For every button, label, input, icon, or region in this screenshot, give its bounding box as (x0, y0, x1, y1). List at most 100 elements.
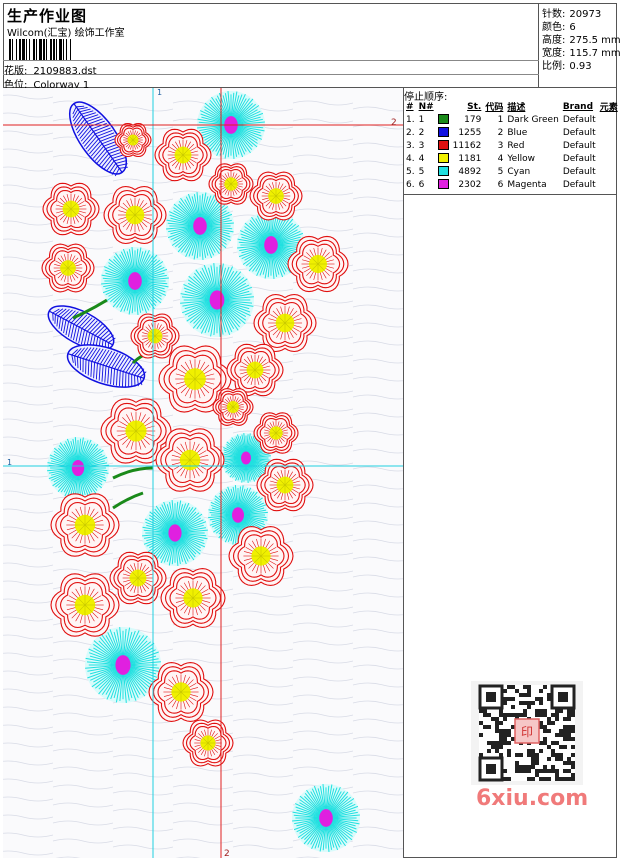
col-header: St. (467, 101, 482, 112)
red-flower (154, 128, 212, 182)
color-swatch (437, 153, 449, 164)
cell-brand: Default (562, 127, 596, 138)
red-flower (182, 719, 234, 767)
cell-st: 179 (464, 114, 482, 125)
cell-n: 1 (418, 114, 425, 125)
cell-brand: Default (562, 153, 596, 164)
cell-n: 2 (418, 127, 425, 138)
cell-num: 6. (406, 179, 415, 190)
red-flower (50, 493, 120, 557)
col-header: Brand (562, 101, 594, 112)
red-flower (50, 573, 120, 637)
cell-desc: Blue (507, 127, 528, 138)
divider (3, 60, 539, 61)
guide-marker: 1 (157, 88, 162, 97)
col-header: 描述 (507, 103, 526, 113)
cell-num: 4. (406, 153, 415, 164)
cell-desc: Magenta (507, 179, 547, 190)
col-header: 代码 (485, 103, 504, 113)
guide-marker: 2 (224, 849, 230, 858)
cell-desc: Red (507, 140, 525, 151)
stats-block: 针数: 20973 颜色: 6 高度: 275.5 mm 宽度: 115.7 mm 比例… (539, 3, 620, 88)
cell-st: 2302 (458, 179, 482, 190)
green-stem (112, 491, 144, 510)
design-field: 花版: 2109883.dst (4, 62, 97, 77)
cell-el (598, 139, 620, 152)
cell-num: 3. (406, 140, 415, 151)
red-flower (256, 458, 314, 512)
cell-desc: Yellow (507, 153, 536, 164)
cell-desc: Cyan (507, 166, 531, 177)
color-swatch-cell (436, 165, 451, 178)
cell-st: 1181 (458, 153, 482, 164)
cell-st: 1255 (458, 127, 482, 138)
col-header: N# (418, 101, 434, 112)
cyan-flower (180, 263, 254, 337)
cyan-flower (47, 437, 109, 499)
cell-el (598, 152, 620, 165)
green-stem (112, 466, 154, 480)
cell-brand: Default (562, 179, 596, 190)
cell-st: 4892 (458, 166, 482, 177)
cyan-flower (101, 247, 169, 315)
cell-st: 11162 (452, 140, 482, 151)
cell-code: 2 (497, 127, 504, 138)
cell-desc: Dark Green (507, 114, 559, 125)
table-header-row: # N# St. 代码 描述 Brand 元素 (404, 100, 620, 114)
col-header: # (406, 101, 414, 112)
color-swatch (437, 127, 449, 138)
barcode (9, 39, 145, 61)
cell-el (598, 178, 620, 191)
red-flower (130, 313, 180, 359)
watermark-text: 6xiu.com (476, 786, 589, 811)
table-row: 6. 6 2302 6 Magenta Default (404, 178, 620, 191)
cell-num: 1. (406, 114, 415, 125)
cell-code: 3 (497, 140, 504, 151)
cyan-flower (292, 784, 360, 852)
cell-n: 4 (418, 153, 425, 164)
cell-brand: Default (562, 114, 596, 125)
scale-value: 0.93 (569, 61, 592, 72)
guide-marker: 2 (391, 118, 397, 128)
flower-group (41, 91, 360, 852)
cell-el (598, 165, 620, 178)
guide-marker: 1 (7, 458, 12, 467)
seal-text: 印 (521, 725, 533, 739)
cell-n: 6 (418, 179, 425, 190)
cell-code: 1 (497, 114, 504, 125)
studio-name: Wilcom(汇宝) 绘饰工作室 (7, 28, 125, 39)
col-header (436, 100, 451, 113)
red-flower (208, 163, 254, 205)
table-row: 4. 4 1181 4 Yellow Default (404, 152, 620, 165)
color-swatch-cell (436, 113, 451, 126)
table-row: 1. 1 179 1 Dark Green Default (404, 113, 620, 126)
cell-code: 4 (497, 153, 504, 164)
red-flower (42, 182, 100, 236)
cell-n: 3 (418, 140, 425, 151)
table-row: 2. 2 1255 2 Blue Default (404, 126, 620, 139)
red-flower (109, 551, 167, 605)
color-swatch-cell (436, 178, 451, 191)
cell-el (598, 126, 620, 139)
scale-row: 比例: 0.93 (542, 57, 592, 72)
barcode-bar (71, 39, 73, 61)
cell-code: 6 (497, 179, 504, 190)
qr-code: 印 (471, 681, 583, 785)
cell-n: 5 (418, 166, 425, 177)
red-flower (41, 243, 95, 293)
color-swatch (437, 140, 449, 151)
color-swatch (437, 179, 449, 190)
red-flower (212, 388, 254, 426)
color-swatch-cell (436, 126, 451, 139)
scale-label: 比例: (542, 61, 566, 72)
stop-sequence-table: # N# St. 代码 描述 Brand 元素 1. 1 179 1 Dark Gree… (404, 100, 620, 191)
red-flower (114, 122, 152, 158)
color-swatch-cell (436, 152, 451, 165)
cell-num: 2. (406, 127, 415, 138)
cell-code: 5 (497, 166, 504, 177)
color-swatch-cell (436, 139, 451, 152)
embroidery-canvas: 1 1 2 2 (3, 88, 404, 858)
panel-divider (404, 194, 617, 195)
color-swatch (437, 166, 449, 177)
cell-el (598, 113, 620, 126)
